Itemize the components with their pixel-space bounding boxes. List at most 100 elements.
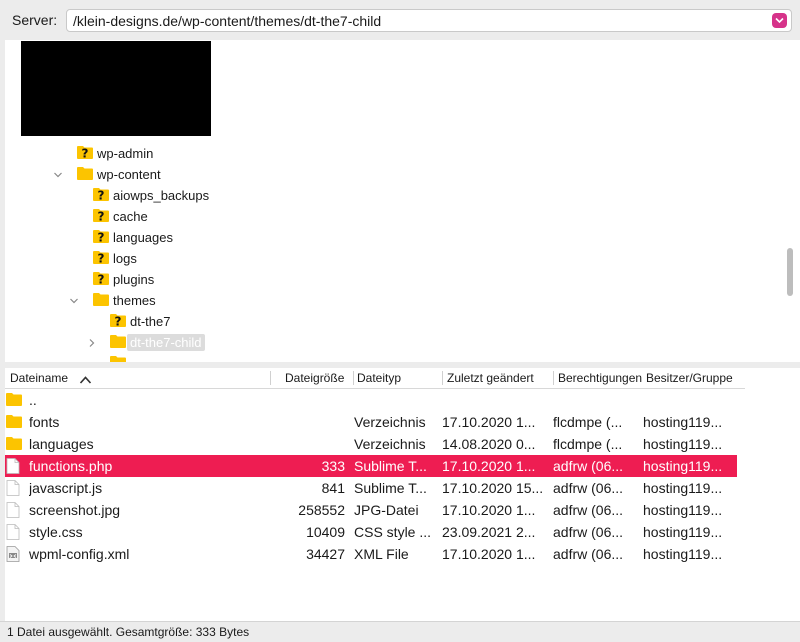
file-list-header: Dateiname Dateigröße Dateityp Zuletzt ge… bbox=[5, 368, 745, 389]
server-path-value[interactable]: /klein-designs.de/wp-content/themes/dt-t… bbox=[73, 13, 381, 29]
question-folder-icon: ? bbox=[93, 229, 109, 245]
column-header-owner[interactable]: Besitzer/Gruppe bbox=[646, 371, 741, 385]
file-permissions: flcdmpe (... bbox=[553, 436, 623, 452]
file-permissions: flcdmpe (... bbox=[553, 414, 623, 430]
svg-text:?: ? bbox=[98, 252, 105, 265]
file-modified: 17.10.2020 1... bbox=[442, 414, 536, 430]
file-modified: 17.10.2020 1... bbox=[442, 458, 536, 474]
file-type: Verzeichnis bbox=[354, 414, 426, 430]
svg-text:?: ? bbox=[98, 189, 105, 202]
folder-icon bbox=[110, 355, 126, 362]
file-type: CSS style ... bbox=[354, 524, 432, 540]
question-folder-icon: ? bbox=[110, 313, 126, 329]
column-header-type[interactable]: Dateityp bbox=[357, 371, 441, 385]
tree-node-label: cache bbox=[113, 209, 148, 224]
file-name: screenshot.jpg bbox=[29, 502, 121, 518]
column-header-modified[interactable]: Zuletzt geändert bbox=[447, 371, 551, 385]
file-type: XML File bbox=[354, 546, 409, 562]
file-name: languages bbox=[29, 436, 94, 452]
file-row[interactable]: wpml-config.xml 34427 XML File 17.10.202… bbox=[5, 543, 737, 565]
file-type: Verzeichnis bbox=[354, 436, 426, 452]
file-modified: 17.10.2020 15... bbox=[442, 480, 544, 496]
status-bar: 1 Datei ausgewählt. Gesamtgröße: 333 Byt… bbox=[0, 621, 800, 642]
file-modified: 14.08.2020 0... bbox=[442, 436, 536, 452]
tree-node-label: logs bbox=[113, 251, 137, 266]
file-modified: 17.10.2020 1... bbox=[442, 546, 536, 562]
file-size: 258552 bbox=[298, 502, 345, 518]
chevron-down-icon[interactable] bbox=[53, 168, 63, 178]
file-modified: 23.09.2021 2... bbox=[442, 524, 536, 540]
svg-text:?: ? bbox=[98, 210, 105, 223]
column-header-name[interactable]: Dateiname bbox=[10, 371, 90, 385]
svg-text:?: ? bbox=[98, 231, 105, 244]
tree-node-label: aiowps_backups bbox=[113, 188, 210, 203]
question-folder-icon: ? bbox=[93, 250, 109, 266]
file-owner: hosting119... bbox=[643, 524, 723, 540]
file-permissions: adfrw (06... bbox=[553, 524, 624, 540]
remote-file-list[interactable]: Dateiname Dateigröße Dateityp Zuletzt ge… bbox=[5, 368, 800, 621]
file-owner: hosting119... bbox=[643, 458, 723, 474]
column-separator[interactable] bbox=[353, 371, 354, 385]
file-owner: hosting119... bbox=[643, 436, 723, 452]
remote-directory-tree[interactable]: ? wp-admin wp-content ? aiowps_backups ?… bbox=[5, 40, 800, 362]
file-name: wpml-config.xml bbox=[29, 546, 130, 562]
server-path-bar: Server: /klein-designs.de/wp-content/the… bbox=[0, 0, 800, 40]
tree-node-label: dt-the7-child bbox=[127, 334, 205, 351]
folder-icon bbox=[6, 436, 22, 452]
file-permissions: adfrw (06... bbox=[553, 458, 624, 474]
file-modified: 17.10.2020 1... bbox=[442, 502, 536, 518]
column-separator[interactable] bbox=[270, 371, 271, 385]
question-folder-icon: ? bbox=[77, 145, 93, 161]
xml-file-icon bbox=[6, 546, 22, 562]
tree-node-label: wp-admin bbox=[97, 146, 154, 161]
sort-ascending-icon[interactable] bbox=[79, 373, 92, 388]
file-owner: hosting119... bbox=[643, 480, 723, 496]
file-size: 34427 bbox=[306, 546, 345, 562]
folder-icon bbox=[110, 334, 126, 348]
file-name: .. bbox=[29, 392, 37, 408]
svg-text:?: ? bbox=[98, 273, 105, 286]
folder-icon bbox=[6, 414, 22, 430]
file-icon bbox=[6, 458, 22, 474]
tree-node-label: dt-the7 bbox=[130, 314, 171, 329]
file-icon bbox=[6, 524, 22, 540]
file-permissions: adfrw (06... bbox=[553, 546, 624, 562]
file-type: Sublime T... bbox=[354, 480, 427, 496]
question-folder-icon: ? bbox=[93, 271, 109, 287]
column-header-permissions[interactable]: Berechtigungen bbox=[558, 371, 644, 385]
tree-node-label: themes bbox=[113, 293, 156, 308]
file-row[interactable]: languages Verzeichnis 14.08.2020 0... fl… bbox=[5, 433, 737, 455]
tree-node-label: plugins bbox=[113, 272, 155, 287]
tree-node-label: languages bbox=[113, 230, 173, 245]
status-text: 1 Datei ausgewählt. Gesamtgröße: 333 Byt… bbox=[7, 625, 250, 639]
file-row[interactable]: javascript.js 841 Sublime T... 17.10.202… bbox=[5, 477, 737, 499]
question-folder-icon: ? bbox=[93, 187, 109, 203]
chevron-down-icon[interactable] bbox=[772, 13, 787, 28]
svg-text:?: ? bbox=[82, 147, 89, 160]
server-path-combobox[interactable]: /klein-designs.de/wp-content/themes/dt-t… bbox=[66, 9, 792, 32]
file-size: 333 bbox=[321, 458, 345, 474]
file-owner: hosting119... bbox=[643, 414, 723, 430]
file-row-parent[interactable]: .. bbox=[5, 389, 737, 411]
file-icon bbox=[6, 502, 22, 518]
file-row[interactable]: screenshot.jpg 258552 JPG-Datei 17.10.20… bbox=[5, 499, 737, 521]
chevron-down-icon[interactable] bbox=[69, 294, 79, 304]
server-label: Server: bbox=[12, 12, 58, 28]
chevron-right-icon[interactable] bbox=[87, 336, 97, 347]
file-name: fonts bbox=[29, 414, 60, 430]
folder-icon bbox=[93, 292, 109, 306]
column-separator[interactable] bbox=[553, 371, 554, 385]
svg-text:?: ? bbox=[115, 315, 122, 328]
column-header-size[interactable]: Dateigröße bbox=[285, 371, 351, 385]
file-name: javascript.js bbox=[29, 480, 103, 496]
column-separator[interactable] bbox=[442, 371, 443, 385]
file-row[interactable]: style.css 10409 CSS style ... 23.09.2021… bbox=[5, 521, 737, 543]
file-type: JPG-Datei bbox=[354, 502, 419, 518]
file-row[interactable]: fonts Verzeichnis 17.10.2020 1... flcdmp… bbox=[5, 411, 737, 433]
file-row-selected[interactable]: functions.php 333 Sublime T... 17.10.202… bbox=[5, 455, 737, 477]
file-name: style.css bbox=[29, 524, 83, 540]
tree-scrollbar[interactable] bbox=[787, 248, 793, 296]
question-folder-icon: ? bbox=[93, 208, 109, 224]
folder-icon bbox=[77, 166, 93, 180]
file-owner: hosting119... bbox=[643, 502, 723, 518]
